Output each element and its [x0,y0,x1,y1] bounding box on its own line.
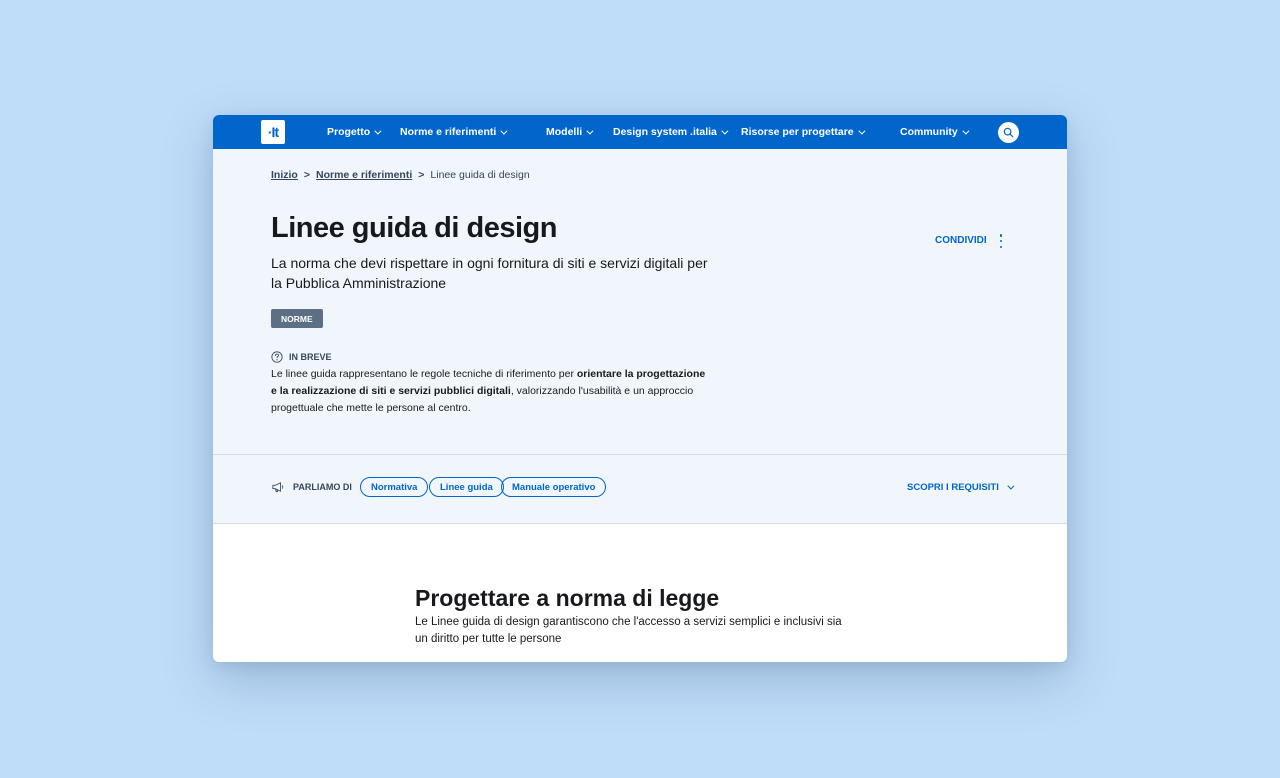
nav-item-label: Community [900,126,958,138]
topic-chip-linee-guida[interactable]: Linee guida [429,477,504,497]
discover-requirements-label: SCOPRI I REQUISITI [907,482,999,493]
breadcrumb-link-inizio[interactable]: Inizio [271,169,298,181]
topics-label: PARLIAMO DI [271,481,352,493]
topics-label-text: PARLIAMO DI [293,482,352,492]
search-icon [1003,127,1014,138]
nav-item-modelli[interactable]: Modelli [546,115,594,149]
in-brief-text: IN BREVE [289,352,332,362]
top-navigation: ·It Progetto Norme e riferimenti Modelli… [213,115,1067,149]
chevron-down-icon [858,127,866,135]
nav-item-community[interactable]: Community [900,115,970,149]
hero-section: Inizio > Norme e riferimenti > Linee gui… [213,149,1067,454]
section-title: Progettare a norma di legge [415,585,720,611]
help-circle-icon [271,351,283,363]
megaphone-icon [272,482,284,493]
breadcrumb-link-norme[interactable]: Norme e riferimenti [316,169,412,181]
nav-item-label: Design system .italia [613,126,717,138]
breadcrumb-separator: > [418,169,425,181]
chevron-down-icon [721,127,729,135]
more-options-icon[interactable] [997,234,1005,248]
chevron-down-icon [374,127,382,135]
nav-item-label: Progetto [327,126,371,138]
nav-item-progetto[interactable]: Progetto [327,115,382,149]
discover-requirements-button[interactable]: SCOPRI I REQUISITI [907,482,1015,493]
section-description: Le Linee guida di design garantiscono ch… [415,616,842,645]
chevron-down-icon [586,127,594,135]
in-brief-description: Le linee guida rappresentano le regole t… [271,366,711,417]
chevron-down-icon [962,127,970,135]
in-brief-label: IN BREVE [271,351,332,363]
page-title: Linee guida di design [271,212,557,244]
topic-chip-manuale-operativo[interactable]: Manuale operativo [501,477,607,497]
breadcrumb-current: Linee guida di design [430,169,530,181]
chevron-down-icon [500,127,508,135]
nav-item-norme[interactable]: Norme e riferimenti [400,115,508,149]
chevron-down-icon [1007,482,1015,490]
topic-chip-normativa[interactable]: Normativa [360,477,429,497]
nav-item-label: Norme e riferimenti [400,126,497,138]
share-button[interactable]: CONDIVIDI [935,235,987,246]
brief-text-part: Le linee guida rappresentano le regole t… [271,368,577,380]
search-button[interactable] [998,122,1019,143]
nav-item-label: Risorse per progettare [741,126,854,138]
page-subtitle: La norma che devi rispettare in ogni for… [271,255,708,291]
category-tag[interactable]: NORME [271,309,323,328]
breadcrumb: Inizio > Norme e riferimenti > Linee gui… [271,169,530,181]
nav-item-label: Modelli [546,126,583,138]
topics-bar: PARLIAMO DI Normativa Linee guida Manual… [213,454,1067,524]
logo[interactable]: ·It [261,120,285,144]
browser-window: ·It Progetto Norme e riferimenti Modelli… [213,115,1067,662]
breadcrumb-separator: > [303,169,310,181]
nav-item-risorse[interactable]: Risorse per progettare [741,115,866,149]
nav-item-design-system[interactable]: Design system .italia [613,115,729,149]
